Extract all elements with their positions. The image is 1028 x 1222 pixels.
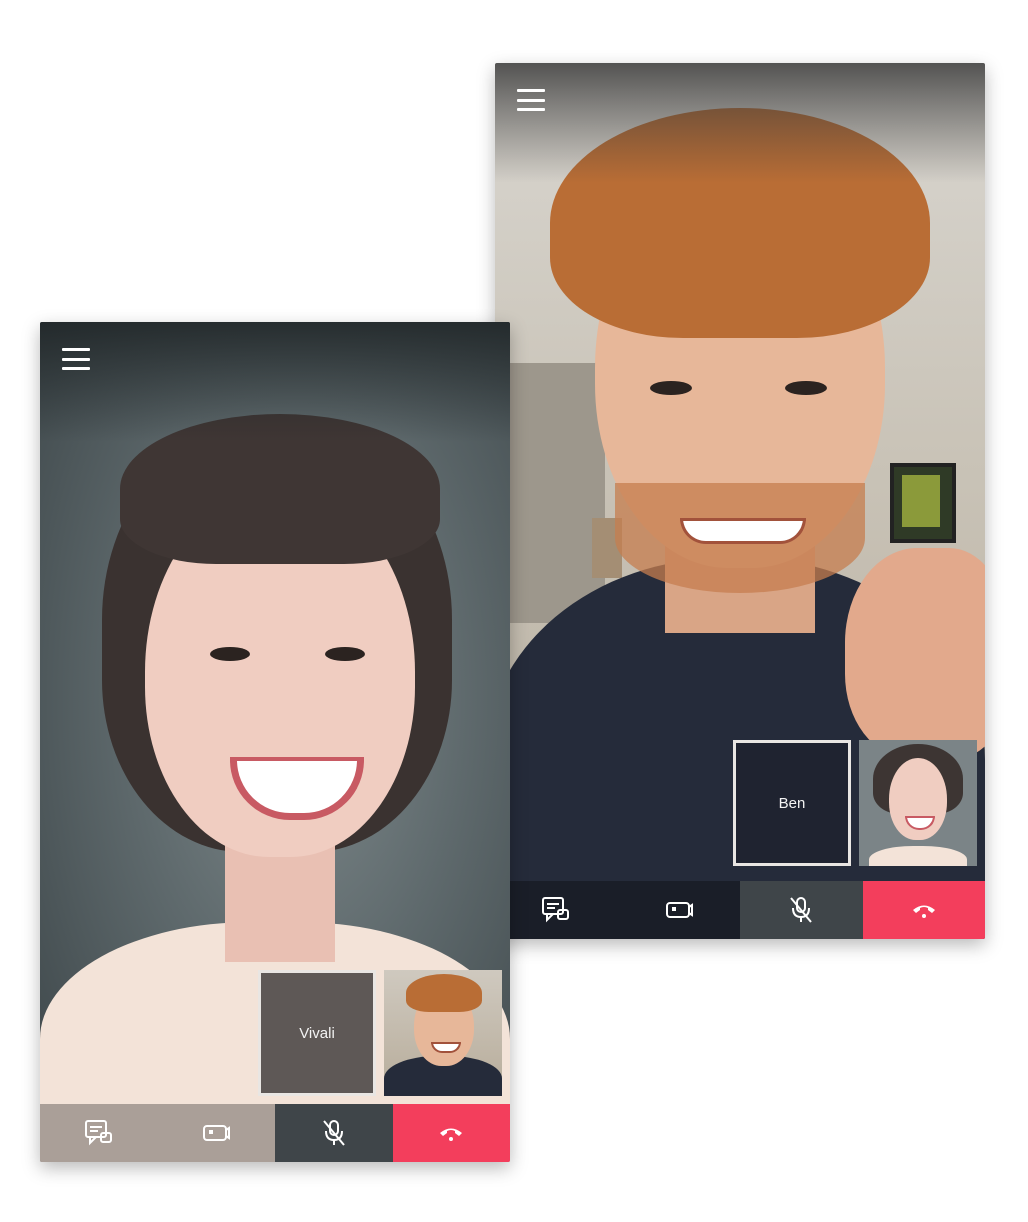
wall-shadow — [495, 363, 605, 623]
person-hand — [845, 548, 985, 758]
screenshot-stage: Ben Vivali — [0, 0, 1028, 1222]
person-eye — [325, 647, 365, 661]
chat-icon — [542, 897, 570, 923]
participant-thumbnail-self[interactable]: Vivali — [258, 970, 376, 1096]
person-eye — [210, 647, 250, 661]
mute-button[interactable] — [740, 881, 863, 939]
mic-muted-icon — [322, 1120, 345, 1146]
call-control-bar — [495, 881, 985, 939]
mic-muted-icon — [790, 897, 813, 923]
thumbnail-body — [869, 846, 967, 866]
hang-up-button[interactable] — [392, 1104, 510, 1162]
chat-button[interactable] — [40, 1104, 158, 1162]
participant-thumbnails: Vivali — [258, 970, 502, 1096]
hang-up-button[interactable] — [862, 881, 985, 939]
participant-name: Ben — [778, 794, 806, 812]
wall-picture — [902, 475, 940, 527]
top-gradient — [495, 63, 985, 183]
participant-thumbnails: Ben — [733, 740, 977, 866]
participant-thumbnail-video[interactable] — [859, 740, 977, 866]
chat-icon — [84, 1120, 112, 1146]
participant-thumbnail-video[interactable] — [384, 970, 502, 1096]
thumbnail-hair — [406, 974, 482, 1012]
chat-button[interactable] — [495, 881, 618, 939]
hamburger-menu-icon[interactable] — [517, 89, 545, 111]
top-gradient — [40, 322, 510, 442]
camera-button[interactable] — [617, 881, 740, 939]
camera-icon — [203, 1125, 231, 1141]
person-eye — [650, 381, 692, 395]
person-eye — [785, 381, 827, 395]
participant-thumbnail-self[interactable]: Ben — [733, 740, 851, 866]
person-mouth — [680, 518, 806, 544]
mute-button[interactable] — [275, 1104, 393, 1162]
camera-button[interactable] — [157, 1104, 275, 1162]
participant-name: Vivali — [299, 1024, 335, 1042]
hamburger-menu-icon[interactable] — [62, 348, 90, 370]
camera-icon — [665, 902, 693, 918]
hang-up-icon — [912, 905, 935, 918]
video-call-screen-left: Vivali — [40, 322, 510, 1162]
call-control-bar — [40, 1104, 510, 1162]
hang-up-icon — [440, 1128, 463, 1141]
video-call-screen-right: Ben — [495, 63, 985, 939]
